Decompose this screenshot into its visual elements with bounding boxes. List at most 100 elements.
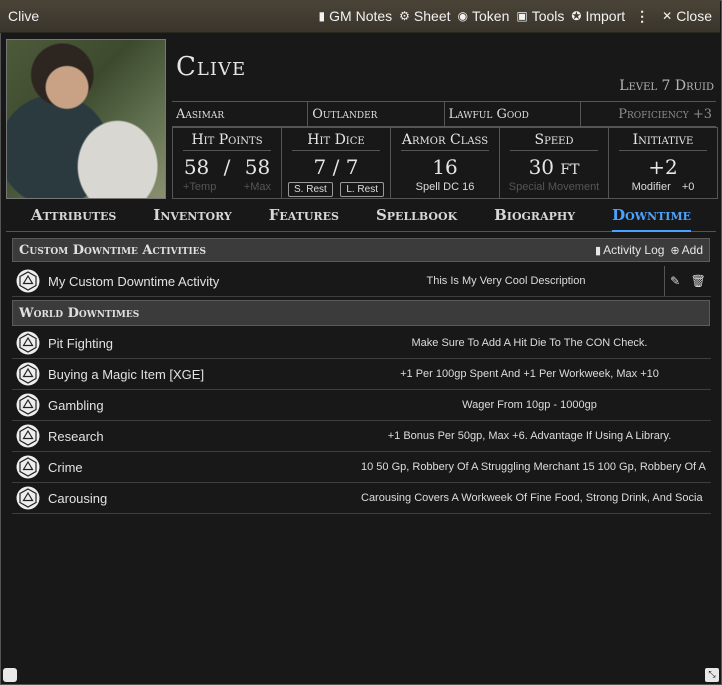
activity-description: +1 Bonus Per 50gp, Max +6. Advantage If … <box>387 430 672 442</box>
list-item[interactable]: Gambling Wager From 10gp - 1000gp <box>12 390 711 421</box>
sheet-tabs: Attributes Inventory Features Spellbook … <box>6 202 716 232</box>
user-circle-icon: ◉ <box>457 9 468 23</box>
hit-dice-box: Hit Dice 7 / 7 S. Rest L. Rest <box>282 128 391 198</box>
initiative-label: Initiative <box>619 132 707 151</box>
add-label: Add <box>681 243 703 257</box>
add-activity-button[interactable]: ⊕ Add <box>670 243 703 257</box>
tab-downtime[interactable]: Downtime <box>612 202 691 232</box>
activity-name: Carousing <box>48 490 108 506</box>
list-item[interactable]: My Custom Downtime Activity This Is My V… <box>12 266 711 297</box>
hp-max[interactable]: 58 <box>245 155 270 179</box>
custom-downtime-title: Custom Downtime Activities <box>19 242 207 258</box>
hit-dice-value: 7 / 7 <box>313 155 359 179</box>
toolbox-icon: ▣ <box>516 9 528 23</box>
world-downtime-header: World Downtimes <box>12 300 710 326</box>
list-item[interactable]: Carousing Carousing Covers A Workweek Of… <box>12 483 711 514</box>
activity-description: Wager From 10gp - 1000gp <box>462 399 597 411</box>
row-controls: ✎ 🗑 <box>664 266 711 296</box>
armor-class-box: Armor Class 16 Spell DC 16 <box>391 128 500 198</box>
d20-icon <box>16 362 40 386</box>
close-button[interactable]: ✕ Close <box>662 8 712 24</box>
speed-label: Speed <box>510 132 598 151</box>
activity-name: Research <box>48 428 104 444</box>
token-button[interactable]: ◉ Token <box>458 8 510 24</box>
activity-description: Carousing Covers A Workweek Of Fine Food… <box>361 492 703 504</box>
import-button[interactable]: ✪ Import <box>571 8 625 24</box>
short-rest-button[interactable]: S. Rest <box>288 182 333 197</box>
speed-box: Speed 30 ft Special Movement <box>500 128 609 198</box>
activity-name: Gambling <box>48 397 104 413</box>
tab-biography[interactable]: Biography <box>494 202 575 231</box>
attribute-bar: Hit Points 58 / 58 +Temp +Max Hit Dice 7… <box>172 127 718 199</box>
close-icon: ✕ <box>662 9 673 23</box>
world-downtime-title: World Downtimes <box>19 305 140 321</box>
temp-hp-field[interactable]: +Temp <box>183 181 216 193</box>
speed-value[interactable]: 30 ft <box>500 155 608 179</box>
initiative-value[interactable]: +2 <box>609 155 717 179</box>
token-label: Token <box>472 8 510 24</box>
initiative-box: Initiative +2 Modifier +0 <box>609 128 717 198</box>
drag-handle-icon[interactable] <box>3 668 17 682</box>
sheet-button[interactable]: ⚙ Sheet <box>399 8 450 24</box>
initiative-modifier-value[interactable]: +0 <box>682 181 695 193</box>
window-header[interactable]: Clive ▮ GM Notes ⚙ Sheet ◉ Token ▣ Tools ✪ Im… <box>0 0 720 33</box>
alignment-field[interactable]: Lawful Good <box>445 102 581 126</box>
activity-name: Buying a Magic Item [XGE] <box>48 366 205 382</box>
hp-modifiers: +Temp +Max <box>173 181 281 193</box>
rest-buttons: S. Rest L. Rest <box>282 182 390 197</box>
list-item[interactable]: Pit Fighting Make Sure To Add A Hit Die … <box>12 328 711 359</box>
max-hp-mod-field[interactable]: +Max <box>244 181 271 193</box>
window-title: Clive <box>8 8 40 24</box>
special-movement[interactable]: Special Movement <box>500 181 608 193</box>
character-level: Level 7 Druid <box>619 78 714 94</box>
spell-dc: Spell DC 16 <box>415 181 475 193</box>
hp-separator: / <box>223 155 231 179</box>
hit-dice-label: Hit Dice <box>292 132 380 151</box>
activity-description: Make Sure To Add A Hit Die To The CON Ch… <box>411 337 648 349</box>
armor-class-label: Armor Class <box>401 132 489 151</box>
d20-icon <box>16 424 40 448</box>
tab-spellbook[interactable]: Spellbook <box>376 202 457 231</box>
activity-log-label: Activity Log <box>603 243 665 257</box>
activity-log-button[interactable]: ▮ Activity Log <box>595 243 664 257</box>
armor-class-value[interactable]: 16 <box>391 155 499 179</box>
character-details: Aasimar Outlander Lawful Good Proficienc… <box>172 101 716 127</box>
list-item[interactable]: Research +1 Bonus Per 50gp, Max +6. Adva… <box>12 421 711 452</box>
custom-downtime-header: Custom Downtime Activities ▮ Activity Log… <box>12 238 710 262</box>
activity-name: My Custom Downtime Activity <box>48 273 220 289</box>
d20-icon <box>16 269 40 293</box>
long-rest-button[interactable]: L. Rest <box>340 182 384 197</box>
hit-points-box: Hit Points 58 / 58 +Temp +Max <box>173 128 282 198</box>
background-field[interactable]: Outlander <box>308 102 445 126</box>
proficiency-bonus: Proficiency +3 <box>618 107 712 122</box>
activity-name: Crime <box>48 459 83 475</box>
race-field[interactable]: Aasimar <box>172 102 309 126</box>
gm-notes-button[interactable]: ▮ GM Notes <box>319 8 393 24</box>
import-icon: ✪ <box>571 9 582 23</box>
activity-description: +1 Per 100gp Spent And +1 Per Workweek, … <box>400 368 659 380</box>
close-label: Close <box>676 8 712 24</box>
d20-icon <box>16 486 40 510</box>
import-label: Import <box>585 8 626 24</box>
more-options-icon[interactable]: ⋮ <box>635 8 655 25</box>
tools-label: Tools <box>531 8 565 24</box>
d20-icon <box>16 455 40 479</box>
trash-icon[interactable]: 🗑 <box>691 274 706 288</box>
tab-inventory[interactable]: Inventory <box>153 202 231 231</box>
tab-features[interactable]: Features <box>269 202 339 231</box>
sheet-label: Sheet <box>413 8 451 24</box>
character-name[interactable]: Clive <box>176 52 246 82</box>
hp-current[interactable]: 58 <box>184 155 209 179</box>
activity-name: Pit Fighting <box>48 335 114 351</box>
d20-icon <box>16 393 40 417</box>
gear-icon: ⚙ <box>399 9 410 23</box>
character-portrait[interactable] <box>6 39 166 199</box>
list-item[interactable]: Buying a Magic Item [XGE] +1 Per 100gp S… <box>12 359 711 390</box>
list-item[interactable]: Crime 10 50 Gp, Robbery Of A Struggling … <box>12 452 711 483</box>
clipboard-icon: ▮ <box>318 9 326 23</box>
resize-handle-icon[interactable]: ⤡ <box>705 668 719 682</box>
tools-button[interactable]: ▣ Tools <box>516 8 564 24</box>
clipboard-icon: ▮ <box>595 244 602 257</box>
tab-attributes[interactable]: Attributes <box>31 202 116 231</box>
edit-icon[interactable]: ✎ <box>670 274 680 288</box>
